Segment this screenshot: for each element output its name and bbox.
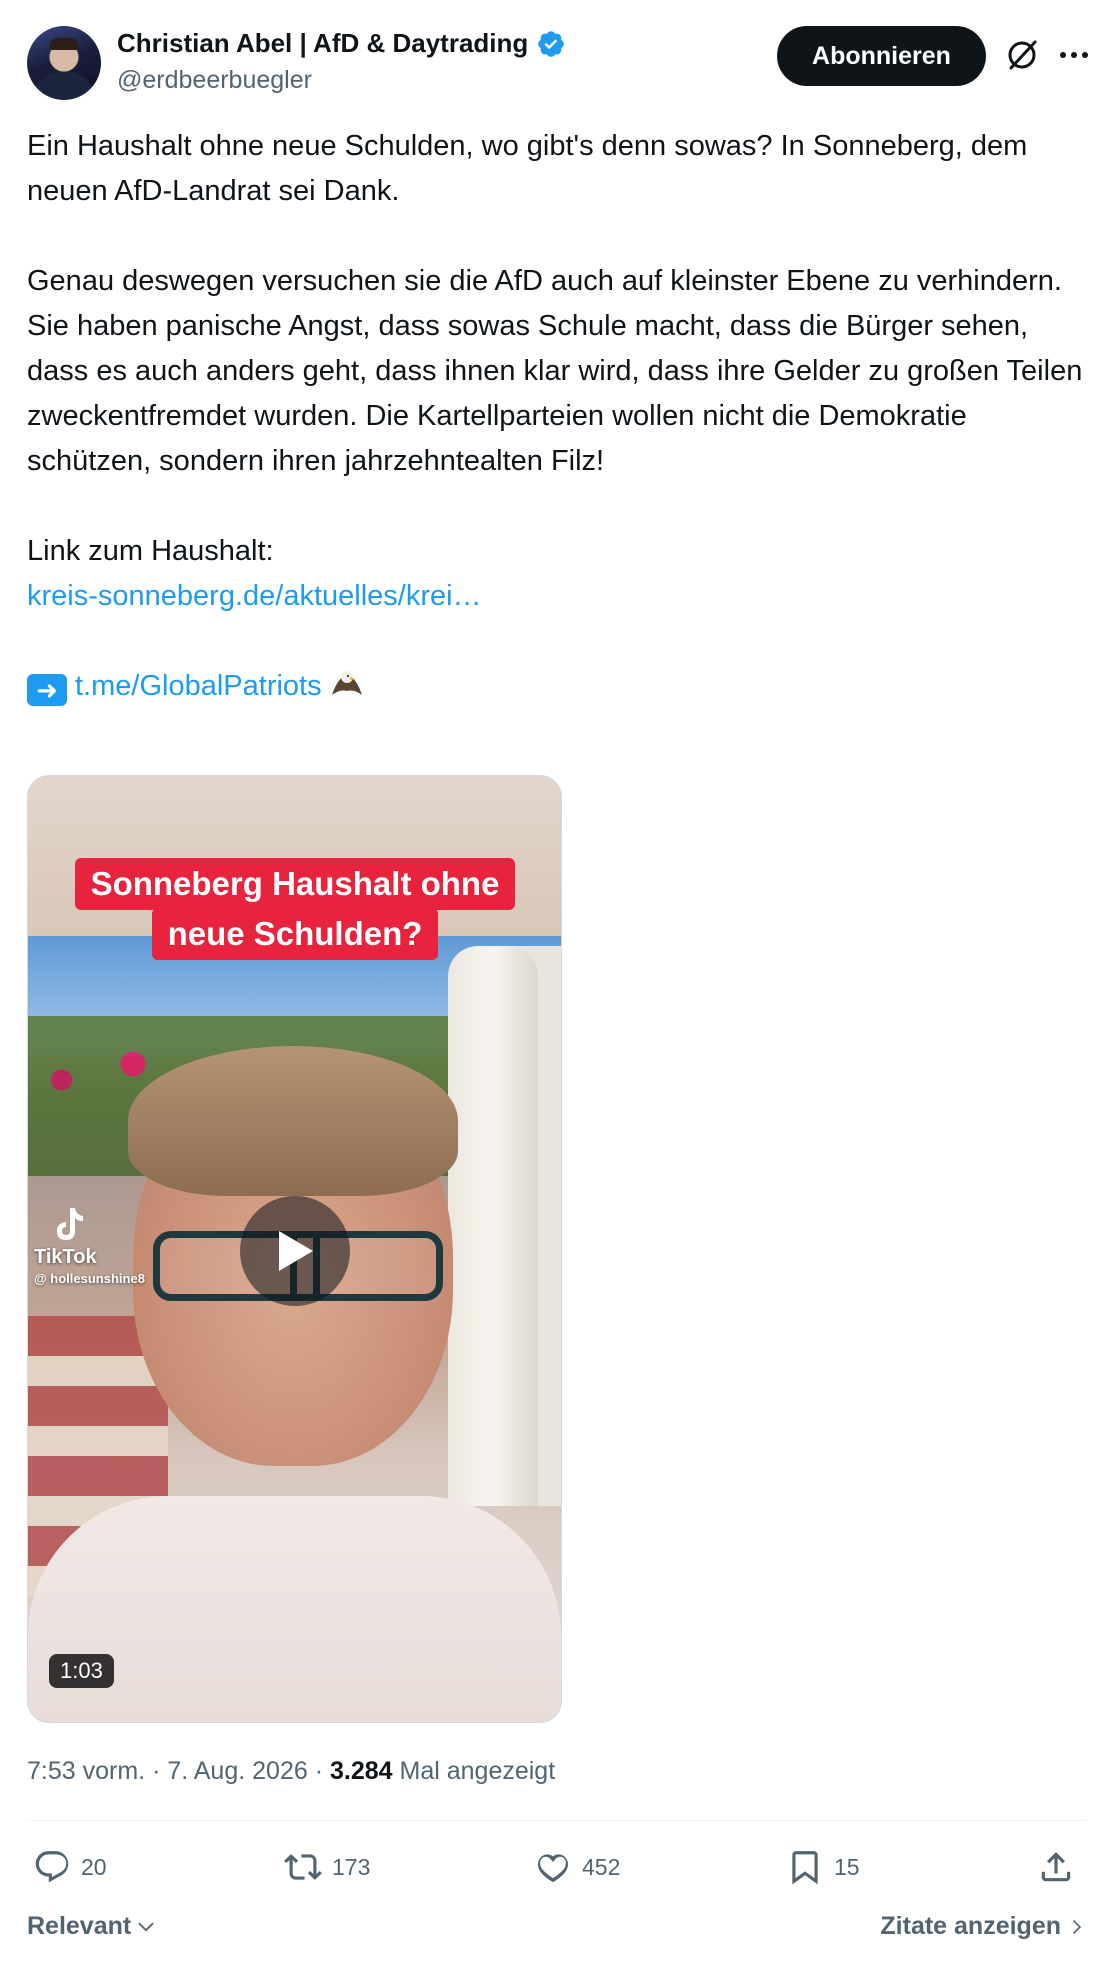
tweet-meta: 7:53 vorm. · 7. Aug. 2026 · 3.284 Mal an… [27, 1757, 555, 1786]
author-handle[interactable]: @erdbeerbuegler [117, 66, 312, 95]
video-person-hair [128, 1046, 458, 1196]
retweet-icon [284, 1854, 322, 1880]
author-name-row: Christian Abel | AfD & Daytrading [117, 28, 566, 59]
arrow-right-emoji-icon: ➜ [27, 674, 67, 706]
like-button[interactable]: 452 [534, 1848, 620, 1886]
video-player[interactable]: Sonneberg Haushalt ohne neue Schulden? T… [27, 775, 562, 1723]
video-caption: Sonneberg Haushalt ohne neue Schulden? [65, 858, 525, 968]
chevron-down-icon [138, 1921, 154, 1932]
tweet-paragraph-2: Genau deswegen versuchen sie die AfD auc… [27, 265, 1083, 477]
tweet-paragraph-1: Ein Haushalt ohne neue Schulden, wo gibt… [27, 130, 1028, 207]
meta-separator-2: · [314, 1757, 324, 1785]
link-intro: Link zum Haushalt: [27, 535, 274, 567]
reply-count: 20 [81, 1853, 107, 1880]
action-bar: 20 173 452 15 [27, 1848, 1087, 1898]
quotes-label: Zitate anzeigen [880, 1912, 1061, 1940]
reply-button[interactable]: 20 [33, 1848, 107, 1886]
heart-icon [538, 1854, 568, 1883]
grok-icon[interactable] [1005, 38, 1039, 72]
play-button[interactable] [240, 1196, 350, 1306]
telegram-link[interactable]: t.me/GlobalPatriots [75, 670, 322, 702]
reply-icon [35, 1851, 69, 1883]
video-pillar [448, 946, 538, 1506]
video-duration: 1:03 [49, 1654, 114, 1688]
retweet-count: 173 [332, 1853, 371, 1880]
more-icon[interactable] [1057, 40, 1091, 70]
share-icon [1041, 1852, 1071, 1882]
tweet-header: Christian Abel | AfD & Daytrading @erdbe… [27, 24, 1088, 104]
subscribe-button[interactable]: Abonnieren [777, 26, 986, 86]
tiktok-watermark: TikTok @ hollesunshine8 [34, 1206, 145, 1286]
sort-dropdown[interactable]: Relevant [27, 1912, 157, 1941]
avatar[interactable] [27, 26, 101, 100]
video-caption-line-1: Sonneberg Haushalt ohne [74, 858, 516, 910]
tweet-date[interactable]: 7. Aug. 2026 [167, 1757, 307, 1785]
play-icon [279, 1231, 313, 1271]
video-person-shirt [28, 1496, 561, 1722]
tweet-time[interactable]: 7:53 vorm. [27, 1757, 145, 1785]
chevron-right-icon [1072, 1919, 1082, 1934]
tweet-text: Ein Haushalt ohne neue Schulden, wo gibt… [27, 124, 1087, 709]
views-count: 3.284 [329, 1757, 393, 1785]
view-quotes-link[interactable]: Zitate anzeigen [880, 1912, 1087, 1941]
retweet-button[interactable]: 173 [284, 1848, 370, 1886]
like-count: 452 [582, 1853, 621, 1880]
sort-label: Relevant [27, 1912, 132, 1940]
tiktok-user: @ hollesunshine8 [34, 1271, 145, 1286]
author-display-name[interactable]: Christian Abel | AfD & Daytrading [117, 28, 528, 59]
bookmark-count: 15 [834, 1853, 860, 1880]
bookmark-icon [792, 1851, 818, 1885]
views-label: Mal angezeigt [399, 1757, 556, 1785]
tiktok-logo-icon [57, 1208, 83, 1240]
video-caption-line-2: neue Schulden? [151, 908, 439, 960]
budget-link[interactable]: kreis-sonneberg.de/aktuelles/krei… [27, 580, 482, 612]
tiktok-brand: TikTok [34, 1246, 97, 1268]
bookmark-button[interactable]: 15 [786, 1848, 860, 1886]
tweet-footer: Relevant Zitate anzeigen [27, 1908, 1087, 1948]
meta-separator: · [152, 1757, 161, 1785]
verified-badge-icon [538, 30, 565, 57]
eagle-emoji-icon [331, 671, 362, 695]
divider [27, 1820, 1087, 1821]
share-button[interactable] [1037, 1848, 1075, 1886]
